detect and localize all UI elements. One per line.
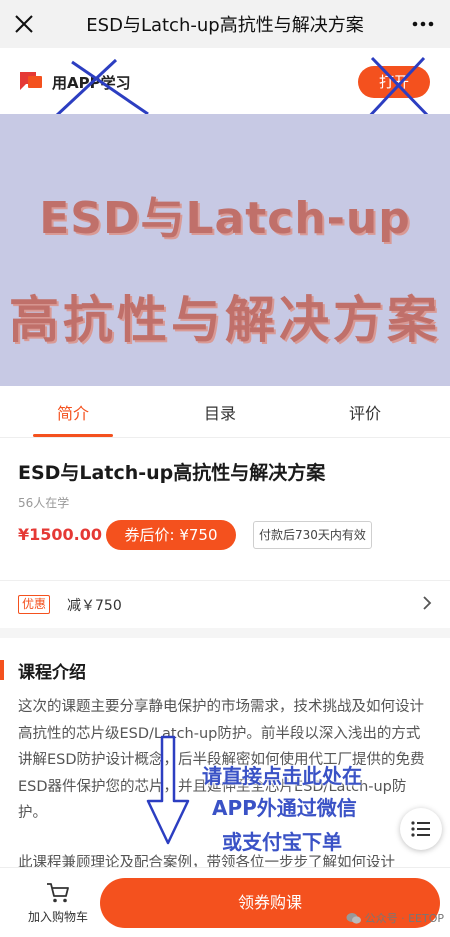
wechat-icon: [346, 912, 361, 924]
add-to-cart-label: 加入购物车: [27, 910, 88, 924]
list-icon: [411, 821, 430, 837]
chevron-right-icon: [423, 596, 432, 610]
learner-count: 56人在学: [18, 496, 70, 510]
app-logo-icon: [20, 72, 42, 90]
more-icon[interactable]: [410, 14, 436, 34]
course-title: ESD与Latch-up高抗性与解决方案: [18, 462, 326, 484]
active-tab-indicator: [33, 434, 113, 437]
window-title: ESD与Latch-up高抗性与解决方案: [86, 15, 364, 36]
add-to-cart-button[interactable]: 加入购物车: [18, 882, 98, 925]
promo-row[interactable]: 优惠 减￥750: [0, 580, 450, 626]
app-promo-label: 用APP学习: [52, 74, 131, 92]
section-title: 课程介绍: [18, 663, 86, 683]
down-arrow-annotation: [146, 735, 190, 845]
coupon-price-badge: 券后价: ¥750: [106, 520, 236, 550]
banner-title-line2: 高抗性与解决方案: [9, 291, 441, 349]
validity-badge: 付款后730天内有效: [253, 521, 372, 549]
cart-icon: [47, 883, 69, 903]
overlay-text-line3: 或支付宝下单: [222, 830, 342, 854]
overlay-text-line1: 请直接点击此处在: [202, 764, 362, 788]
section-divider: [0, 628, 450, 638]
watermark: 公众号 · EETOP: [346, 910, 444, 926]
tab-reviews[interactable]: 评价: [325, 400, 405, 424]
close-icon[interactable]: [10, 10, 38, 38]
title-bar: ESD与Latch-up高抗性与解决方案: [0, 0, 450, 48]
banner-title-line1: ESD与Latch-up: [39, 193, 411, 244]
bottom-action-bar: 加入购物车 领券购课 公众号 · EETOP: [0, 867, 450, 937]
tab-intro[interactable]: 简介: [33, 400, 113, 424]
app-promo-bar: 用APP学习 打开: [0, 48, 450, 122]
section-accent-bar: [0, 660, 4, 680]
open-app-button[interactable]: 打开: [358, 66, 430, 98]
tab-catalog[interactable]: 目录: [180, 400, 260, 424]
floating-menu-button[interactable]: [400, 808, 442, 850]
tab-bar: 简介 目录 评价: [0, 386, 450, 438]
original-price: ¥1500.00: [18, 525, 103, 544]
promo-text: 减￥750: [67, 598, 122, 614]
overlay-text-line2: APP外通过微信: [212, 796, 357, 820]
promo-tag: 优惠: [18, 595, 51, 614]
course-banner: ESD与Latch-up 高抗性与解决方案: [0, 114, 450, 386]
watermark-text: 公众号 · EETOP: [364, 912, 444, 925]
